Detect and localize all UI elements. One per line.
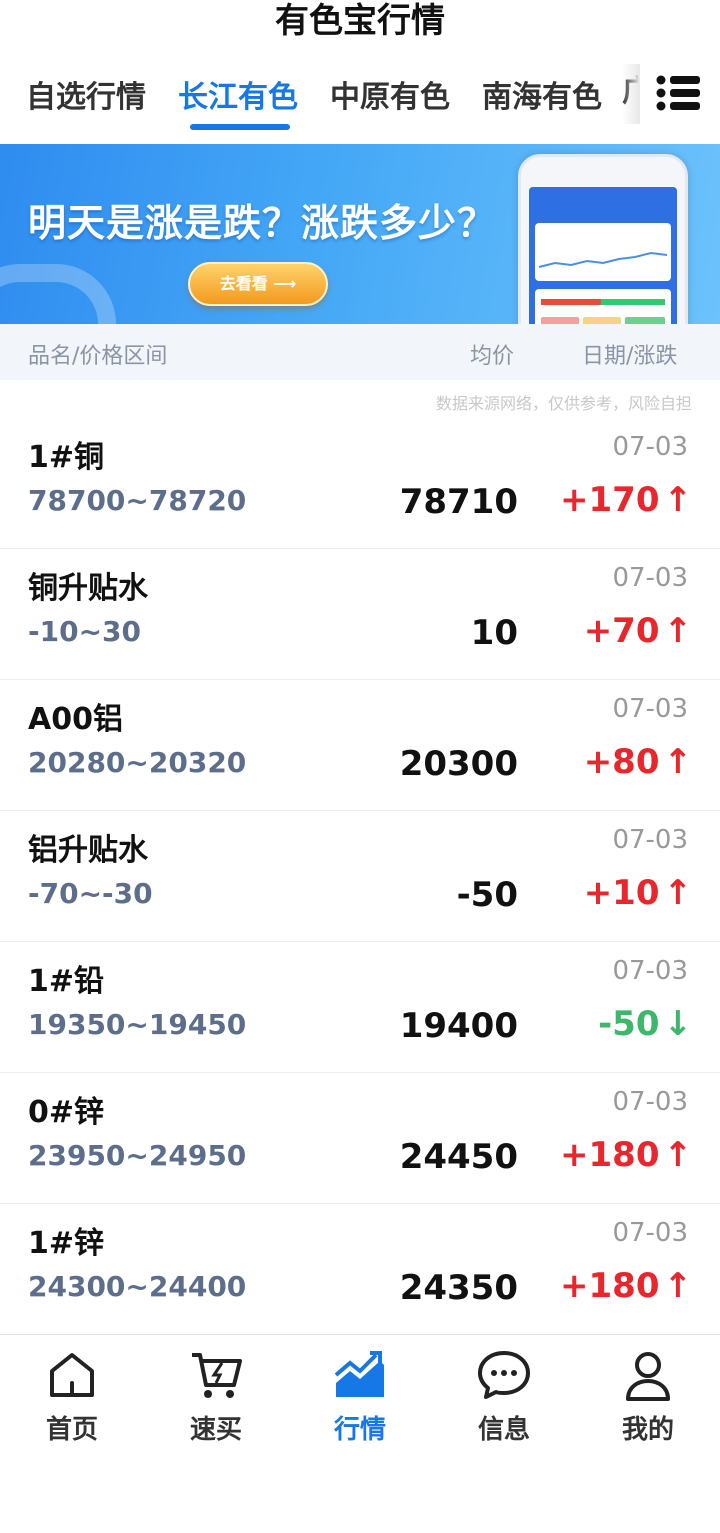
header-avg-price: 均价 <box>470 344 515 369</box>
product-name: 0#锌 <box>28 1095 105 1130</box>
phone-vote-card <box>535 289 671 324</box>
tabbar-label: 行情 <box>333 1415 386 1445</box>
price-date: 07-03 <box>612 694 688 724</box>
price-range: 78700~78720 <box>28 484 247 517</box>
price-list: 1#铜 78700~78720 07-03 78710 +170 ↑ 铜升贴水 -… <box>0 418 720 1335</box>
price-range: 20280~20320 <box>28 746 247 779</box>
price-range: -10~30 <box>28 615 142 648</box>
change-value: +180 <box>560 1135 660 1175</box>
average-price: 20300 <box>399 744 518 784</box>
product-name: 铜升贴水 <box>28 571 148 606</box>
cart-icon <box>192 1353 242 1398</box>
promo-banner[interactable]: 明天是涨是跌？涨跌多少？ 去看看 ⟶ <box>0 144 720 324</box>
price-change: +180 ↑ <box>560 1266 692 1306</box>
arrow-up-icon: ↑ <box>663 1266 693 1306</box>
tabbar-messages[interactable]: 信息 <box>444 1347 564 1447</box>
tab-watchlist[interactable]: 自选行情 <box>26 72 146 116</box>
data-source-note: 数据来源网络，仅供参考，风险自担 <box>435 394 692 413</box>
average-price: 24450 <box>399 1137 518 1177</box>
banner-headline: 明天是涨是跌？涨跌多少？ <box>28 201 497 245</box>
price-range: 23950~24950 <box>28 1139 247 1172</box>
tabbar-home[interactable]: 首页 <box>12 1347 132 1447</box>
phone-mini-chart <box>538 251 668 268</box>
chart-icon <box>334 1351 384 1397</box>
tabbar-profile[interactable]: 我的 <box>588 1347 708 1447</box>
home-icon <box>50 1353 94 1397</box>
price-range: 24300~24400 <box>28 1270 247 1303</box>
price-change: +170 ↑ <box>560 480 692 520</box>
arrow-up-icon: ↑ <box>663 873 693 913</box>
change-value: -50 <box>598 1004 660 1044</box>
table-header: 品名/价格区间 均价 日期/涨跌 <box>0 324 720 380</box>
arrow-up-icon: ↑ <box>663 611 693 651</box>
change-value: +180 <box>560 1266 660 1306</box>
tab-zhongyuan[interactable]: 中原有色 <box>330 72 450 116</box>
change-value: +80 <box>583 742 660 782</box>
average-price: 78710 <box>399 482 518 522</box>
banner-phone-illustration <box>518 154 688 324</box>
table-row[interactable]: 0#锌 23950~24950 07-03 24450 +180 ↑ <box>0 1073 720 1204</box>
tabbar-market[interactable]: 行情 <box>300 1347 420 1447</box>
arrow-up-icon: ↑ <box>663 742 693 782</box>
tabbar-label: 速买 <box>189 1415 242 1445</box>
banner-decoration <box>0 264 116 324</box>
market-tabs: 自选行情 长江有色 中原有色 南海有色 <box>0 62 720 132</box>
price-date: 07-03 <box>612 1087 688 1117</box>
product-name: 1#铅 <box>28 964 105 999</box>
price-date: 07-03 <box>612 1218 688 1248</box>
table-row[interactable]: 铜升贴水 -10~30 07-03 10 +70 ↑ <box>0 549 720 680</box>
change-value: +10 <box>583 873 660 913</box>
product-name: 铝升贴水 <box>28 833 148 868</box>
product-name: 1#锌 <box>28 1226 105 1261</box>
tab-nanhai[interactable]: 南海有色 <box>482 72 602 116</box>
table-row[interactable]: 铝升贴水 -70~-30 07-03 -50 +10 ↑ <box>0 811 720 942</box>
average-price: -50 <box>456 875 518 915</box>
phone-chart-card <box>535 223 671 281</box>
tabbar-label: 信息 <box>477 1415 530 1445</box>
average-price: 24350 <box>399 1268 518 1308</box>
user-icon <box>626 1352 670 1401</box>
tab-scroll-fade <box>622 64 640 124</box>
tabbar-quick-buy[interactable]: 速买 <box>156 1347 276 1447</box>
table-row[interactable]: A00铝 20280~20320 07-03 20300 +80 ↑ <box>0 680 720 811</box>
price-date: 07-03 <box>612 432 688 462</box>
change-value: +170 <box>560 480 660 520</box>
price-date: 07-03 <box>612 563 688 593</box>
change-value: +70 <box>583 611 660 651</box>
tabbar-label: 首页 <box>45 1415 98 1445</box>
price-range: 19350~19450 <box>28 1008 247 1041</box>
header-name-range: 品名/价格区间 <box>28 344 168 369</box>
active-tab-indicator <box>190 124 290 130</box>
price-change: +80 ↑ <box>584 742 692 782</box>
table-row[interactable]: 1#锌 24300~24400 07-03 24350 +180 ↑ <box>0 1204 720 1335</box>
tab-changjiang[interactable]: 长江有色 <box>178 72 298 116</box>
banner-go-button[interactable]: 去看看 ⟶ <box>188 262 328 306</box>
bottom-tab-bar: 首页 速买 行情 信息 我的 <box>0 1334 720 1455</box>
phone-vote-bars <box>541 299 665 324</box>
page-title: 有色宝行情 <box>275 1 445 41</box>
price-range: -70~-30 <box>28 877 153 910</box>
table-row[interactable]: 1#铜 78700~78720 07-03 78710 +170 ↑ <box>0 418 720 549</box>
price-date: 07-03 <box>612 825 688 855</box>
header-date-change: 日期/涨跌 <box>582 344 678 369</box>
price-change: +70 ↑ <box>584 611 692 651</box>
price-change: -50 ↓ <box>598 1004 692 1044</box>
average-price: 19400 <box>399 1006 518 1046</box>
product-name: A00铝 <box>28 702 123 737</box>
arrow-up-icon: ↑ <box>663 1135 693 1175</box>
product-name: 1#铜 <box>28 440 105 475</box>
price-date: 07-03 <box>612 956 688 986</box>
price-change: +10 ↑ <box>584 873 692 913</box>
menu-list-icon[interactable] <box>656 74 700 112</box>
arrow-down-icon: ↓ <box>663 1004 693 1044</box>
message-icon <box>478 1351 530 1399</box>
arrow-up-icon: ↑ <box>663 480 693 520</box>
tabbar-label: 我的 <box>621 1415 674 1445</box>
average-price: 10 <box>470 613 518 653</box>
table-row[interactable]: 1#铅 19350~19450 07-03 19400 -50 ↓ <box>0 942 720 1073</box>
price-change: +180 ↑ <box>560 1135 692 1175</box>
